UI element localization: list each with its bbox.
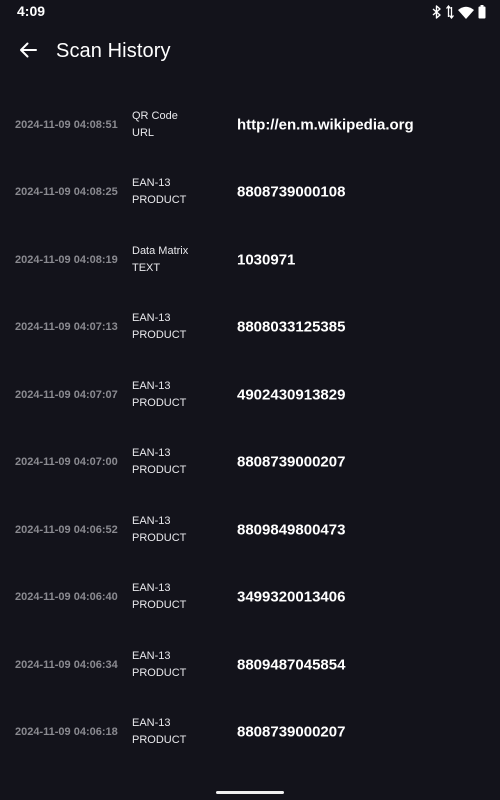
scan-format-type: EAN-13 PRODUCT <box>132 513 186 547</box>
scan-value: 8808739000108 <box>237 183 346 201</box>
barcode-format: EAN-13 <box>132 514 171 527</box>
app-bar: Scan History <box>0 24 500 80</box>
scan-format-type: EAN-13 PRODUCT <box>132 580 186 614</box>
history-row[interactable]: 2024-11-09 04:06:34 EAN-13 PRODUCT 88094… <box>0 631 500 699</box>
content-type: PRODUCT <box>132 396 187 409</box>
scan-timestamp: 2024-11-09 04:08:25 <box>15 186 118 199</box>
scan-history-list: 2024-11-09 04:08:51 QR Code URL http://e… <box>0 91 500 766</box>
barcode-format: EAN-13 <box>132 177 171 190</box>
scan-timestamp: 2024-11-09 04:07:00 <box>15 456 118 469</box>
content-type: PRODUCT <box>132 329 187 342</box>
history-row[interactable]: 2024-11-09 04:08:25 EAN-13 PRODUCT 88087… <box>0 159 500 227</box>
data-arrows-icon <box>446 5 454 19</box>
scan-value: 4902430913829 <box>237 386 346 404</box>
scan-timestamp: 2024-11-09 04:06:52 <box>15 523 118 536</box>
gesture-nav-handle[interactable] <box>216 791 284 794</box>
battery-icon <box>478 5 486 19</box>
scan-format-type: EAN-13 PRODUCT <box>132 648 186 682</box>
scan-format-type: EAN-13 PRODUCT <box>132 175 186 209</box>
scan-format-type: EAN-13 PRODUCT <box>132 310 186 344</box>
back-button[interactable] <box>10 34 46 70</box>
barcode-format: EAN-13 <box>132 717 171 730</box>
bluetooth-icon <box>432 5 442 19</box>
barcode-format: QR Code <box>132 109 178 122</box>
page-title: Scan History <box>56 40 171 62</box>
scan-value: 8808739000207 <box>237 723 346 741</box>
barcode-format: EAN-13 <box>132 447 171 460</box>
history-row[interactable]: 2024-11-09 04:07:07 EAN-13 PRODUCT 49024… <box>0 361 500 429</box>
history-row[interactable]: 2024-11-09 04:06:40 EAN-13 PRODUCT 34993… <box>0 564 500 632</box>
scan-format-type: EAN-13 PRODUCT <box>132 715 186 749</box>
content-type: TEXT <box>132 261 161 274</box>
history-row[interactable]: 2024-11-09 04:07:13 EAN-13 PRODUCT 88080… <box>0 294 500 362</box>
scan-value: 8808739000207 <box>237 453 346 471</box>
scan-format-type: QR Code URL <box>132 108 178 142</box>
status-time: 4:09 <box>17 3 46 19</box>
barcode-format: EAN-13 <box>132 582 171 595</box>
scan-format-type: EAN-13 PRODUCT <box>132 445 186 479</box>
scan-value: 8809487045854 <box>237 656 346 674</box>
barcode-format: Data Matrix <box>132 244 189 257</box>
scan-value: 1030971 <box>237 251 296 269</box>
content-type: PRODUCT <box>132 194 187 207</box>
arrow-left-icon <box>19 41 37 64</box>
scan-value: 8808033125385 <box>237 318 346 336</box>
scan-value: http://en.m.wikipedia.org <box>237 116 414 134</box>
status-bar: 4:09 <box>0 0 500 24</box>
status-icons <box>432 4 486 20</box>
scan-timestamp: 2024-11-09 04:06:18 <box>15 726 118 739</box>
barcode-format: EAN-13 <box>132 379 171 392</box>
history-row[interactable]: 2024-11-09 04:08:19 Data Matrix TEXT 103… <box>0 226 500 294</box>
scan-timestamp: 2024-11-09 04:07:13 <box>15 321 118 334</box>
scan-timestamp: 2024-11-09 04:08:19 <box>15 253 118 266</box>
scan-format-type: EAN-13 PRODUCT <box>132 378 186 412</box>
content-type: PRODUCT <box>132 599 187 612</box>
history-row[interactable]: 2024-11-09 04:06:18 EAN-13 PRODUCT 88087… <box>0 699 500 767</box>
scan-value: 3499320013406 <box>237 588 346 606</box>
scan-timestamp: 2024-11-09 04:06:40 <box>15 591 118 604</box>
barcode-format: EAN-13 <box>132 312 171 325</box>
history-row[interactable]: 2024-11-09 04:06:52 EAN-13 PRODUCT 88098… <box>0 496 500 564</box>
content-type: URL <box>132 126 155 139</box>
content-type: PRODUCT <box>132 464 187 477</box>
scan-timestamp: 2024-11-09 04:08:51 <box>15 118 118 131</box>
wifi-icon <box>458 6 474 19</box>
scan-format-type: Data Matrix TEXT <box>132 243 188 277</box>
scan-value: 8809849800473 <box>237 521 346 539</box>
content-type: PRODUCT <box>132 734 187 747</box>
history-row[interactable]: 2024-11-09 04:08:51 QR Code URL http://e… <box>0 91 500 159</box>
scan-timestamp: 2024-11-09 04:07:07 <box>15 388 118 401</box>
history-row[interactable]: 2024-11-09 04:07:00 EAN-13 PRODUCT 88087… <box>0 429 500 497</box>
content-type: PRODUCT <box>132 531 187 544</box>
barcode-format: EAN-13 <box>132 649 171 662</box>
scan-timestamp: 2024-11-09 04:06:34 <box>15 658 118 671</box>
content-type: PRODUCT <box>132 666 187 679</box>
